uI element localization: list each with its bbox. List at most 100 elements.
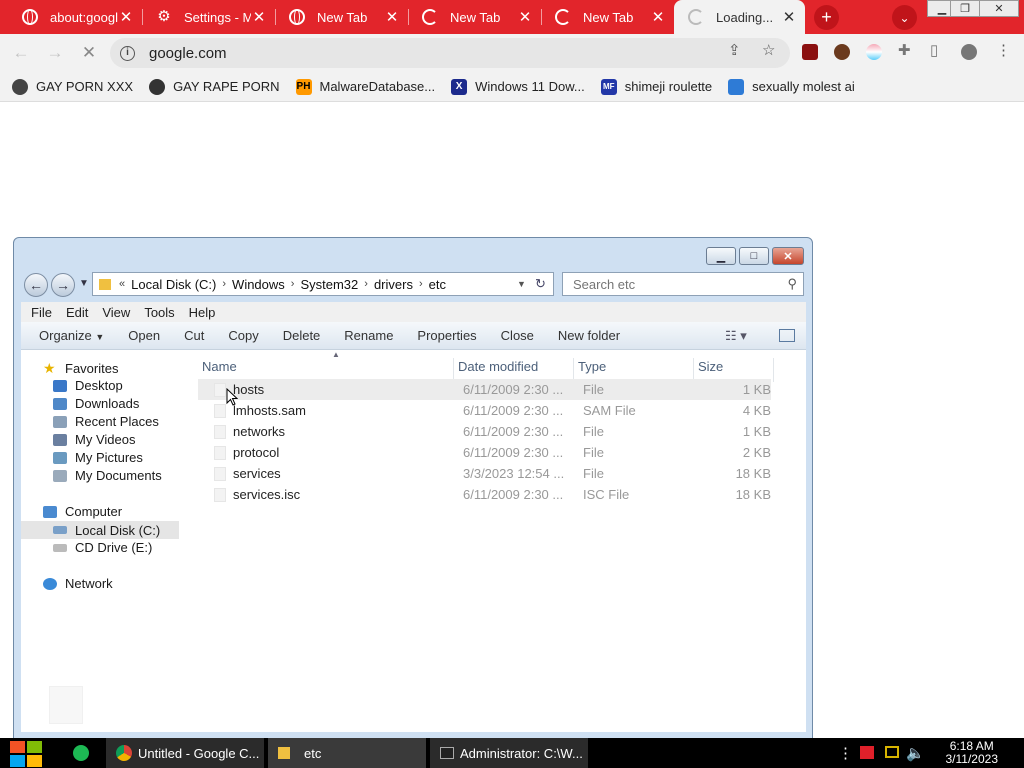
avatar-extension-icon[interactable] xyxy=(834,44,850,60)
nav-my-pictures[interactable]: My Pictures xyxy=(53,450,143,465)
bookmark-item[interactable]: X Windows 11 Dow... xyxy=(451,78,585,95)
tab-2[interactable]: ⚙ Settings - M ✕ xyxy=(142,0,275,34)
file-row-services[interactable]: services 3/3/2023 12:54 ... File 18 KB xyxy=(198,463,771,484)
taskbar-chrome[interactable]: Untitled - Google C... xyxy=(106,738,264,768)
speaker-icon[interactable]: 🔈 xyxy=(906,744,925,762)
close-icon[interactable]: ✕ xyxy=(650,8,666,26)
nav-desktop[interactable]: Desktop xyxy=(53,378,123,393)
file-row-networks[interactable]: networks 6/11/2009 2:30 ... File 1 KB xyxy=(198,421,771,442)
menu-tools[interactable]: Tools xyxy=(144,305,174,320)
explorer-minimize-button[interactable]: ▁ xyxy=(706,247,736,265)
info-icon[interactable]: i xyxy=(120,45,135,61)
explorer-back-button[interactable]: ← xyxy=(24,273,48,297)
close-icon[interactable]: ✕ xyxy=(517,8,533,26)
new-tab-button[interactable]: + xyxy=(814,5,839,30)
bookmark-item[interactable]: MF shimeji roulette xyxy=(600,78,712,95)
puzzle-icon[interactable]: ✚ xyxy=(898,41,911,59)
profile-avatar[interactable] xyxy=(961,44,977,60)
cut-button[interactable]: Cut xyxy=(184,328,204,343)
taskbar-cmd[interactable]: Administrator: C:\W... xyxy=(430,738,588,768)
tab-5[interactable]: New Tab ✕ xyxy=(541,0,674,34)
more-icon[interactable]: ⋮ xyxy=(838,744,853,762)
breadcrumb-item[interactable]: drivers xyxy=(374,277,413,292)
tab-4[interactable]: New Tab ✕ xyxy=(408,0,541,34)
back-button[interactable]: ← xyxy=(10,42,32,64)
close-button[interactable]: Close xyxy=(501,328,534,343)
bookmark-item[interactable]: GAY PORN XXX xyxy=(12,78,133,95)
nav-network[interactable]: Network xyxy=(43,576,113,591)
copy-button[interactable]: Copy xyxy=(228,328,258,343)
search-input[interactable] xyxy=(571,275,771,293)
nav-downloads[interactable]: Downloads xyxy=(53,396,139,411)
file-row-lmhosts[interactable]: lmhosts.sam 6/11/2009 2:30 ... SAM File … xyxy=(198,400,771,421)
chevron-right-icon[interactable]: › xyxy=(291,278,295,290)
chevron-down-icon[interactable]: ▼ xyxy=(517,279,526,289)
action-center-icon[interactable] xyxy=(885,746,899,758)
file-row-protocol[interactable]: protocol 6/11/2009 2:30 ... File 2 KB xyxy=(198,442,771,463)
organize-button[interactable]: Organize ▼ xyxy=(39,328,104,343)
chevron-right-icon[interactable]: › xyxy=(419,278,423,290)
nav-my-videos[interactable]: My Videos xyxy=(53,432,135,447)
bookmark-item[interactable]: sexually molest ai xyxy=(728,78,855,95)
ublock-extension-icon[interactable] xyxy=(802,44,818,60)
forward-button[interactable]: → xyxy=(44,42,66,64)
spotify-icon[interactable] xyxy=(73,745,89,761)
view-options-icon[interactable]: ☷ ▾ xyxy=(725,328,747,344)
file-row-services-isc[interactable]: services.isc 6/11/2009 2:30 ... ISC File… xyxy=(198,484,771,505)
side-panel-icon[interactable]: ▯ xyxy=(930,41,938,59)
nav-local-disk[interactable]: Local Disk (C:) xyxy=(21,521,179,539)
nav-recent-places[interactable]: Recent Places xyxy=(53,414,159,429)
close-icon[interactable]: ✕ xyxy=(251,8,267,26)
rename-button[interactable]: Rename xyxy=(344,328,393,343)
menu-file[interactable]: File xyxy=(31,305,52,320)
tab-3[interactable]: New Tab ✕ xyxy=(275,0,408,34)
more-icon[interactable]: ⋮ xyxy=(996,41,1011,59)
tab-active[interactable]: Loading... ✕ xyxy=(674,0,805,34)
file-row-hosts[interactable]: hosts 6/11/2009 2:30 ... File 1 KB xyxy=(198,379,771,400)
close-icon[interactable]: ✕ xyxy=(118,8,134,26)
properties-button[interactable]: Properties xyxy=(417,328,476,343)
tab-search-button[interactable]: ⌄ xyxy=(892,5,917,30)
nav-favorites[interactable]: ★ Favorites xyxy=(43,360,118,377)
tab-1[interactable]: about:google ✕ xyxy=(8,0,142,34)
search-icon[interactable]: ⚲ xyxy=(787,276,797,292)
start-button[interactable] xyxy=(10,741,42,767)
bookmark-star-icon[interactable]: ☆ xyxy=(762,41,775,59)
breadcrumb-item[interactable]: System32 xyxy=(300,277,358,292)
omnibox[interactable]: i xyxy=(110,38,790,68)
recent-pages-chevron-icon[interactable]: ▼ xyxy=(79,278,89,289)
flag-extension-icon[interactable] xyxy=(866,44,882,60)
clock[interactable]: 6:18 AM 3/11/2023 xyxy=(946,740,999,766)
breadcrumb-item[interactable]: Windows xyxy=(232,277,285,292)
menu-help[interactable]: Help xyxy=(189,305,216,320)
nav-computer[interactable]: Computer xyxy=(43,504,122,519)
breadcrumb-item[interactable]: etc xyxy=(429,277,446,292)
breadcrumb-item[interactable]: Local Disk (C:) xyxy=(131,277,216,292)
delete-button[interactable]: Delete xyxy=(283,328,321,343)
flag-icon[interactable] xyxy=(860,746,874,759)
bookmark-item[interactable]: GAY RAPE PORN xyxy=(149,78,280,95)
menu-view[interactable]: View xyxy=(102,305,130,320)
menu-edit[interactable]: Edit xyxy=(66,305,88,320)
preview-pane-icon[interactable] xyxy=(779,329,795,342)
maximize-button[interactable]: ❐ xyxy=(950,0,980,17)
stop-button[interactable]: ✕ xyxy=(78,42,100,64)
overflow-chevron-icon[interactable]: « xyxy=(119,278,125,290)
close-icon[interactable]: ✕ xyxy=(384,8,400,26)
nav-my-documents[interactable]: My Documents xyxy=(53,468,162,483)
close-icon[interactable]: ✕ xyxy=(781,8,797,26)
refresh-icon[interactable]: ↻ xyxy=(535,276,546,292)
chevron-right-icon[interactable]: › xyxy=(364,278,368,290)
explorer-close-button[interactable]: ✕ xyxy=(772,247,804,265)
explorer-forward-button[interactable]: → xyxy=(51,273,75,297)
address-bar[interactable]: « Local Disk (C:) › Windows › System32 ›… xyxy=(92,272,554,296)
taskbar-explorer[interactable]: etc xyxy=(268,738,426,768)
nav-cd-drive[interactable]: CD Drive (E:) xyxy=(53,540,152,555)
share-icon[interactable]: ⇪ xyxy=(728,41,741,59)
explorer-maximize-button[interactable]: □ xyxy=(739,247,769,265)
close-window-button[interactable]: ✕ xyxy=(979,0,1019,17)
new-folder-button[interactable]: New folder xyxy=(558,328,620,343)
address-input[interactable] xyxy=(147,43,647,63)
chevron-right-icon[interactable]: › xyxy=(222,278,226,290)
open-button[interactable]: Open xyxy=(128,328,160,343)
